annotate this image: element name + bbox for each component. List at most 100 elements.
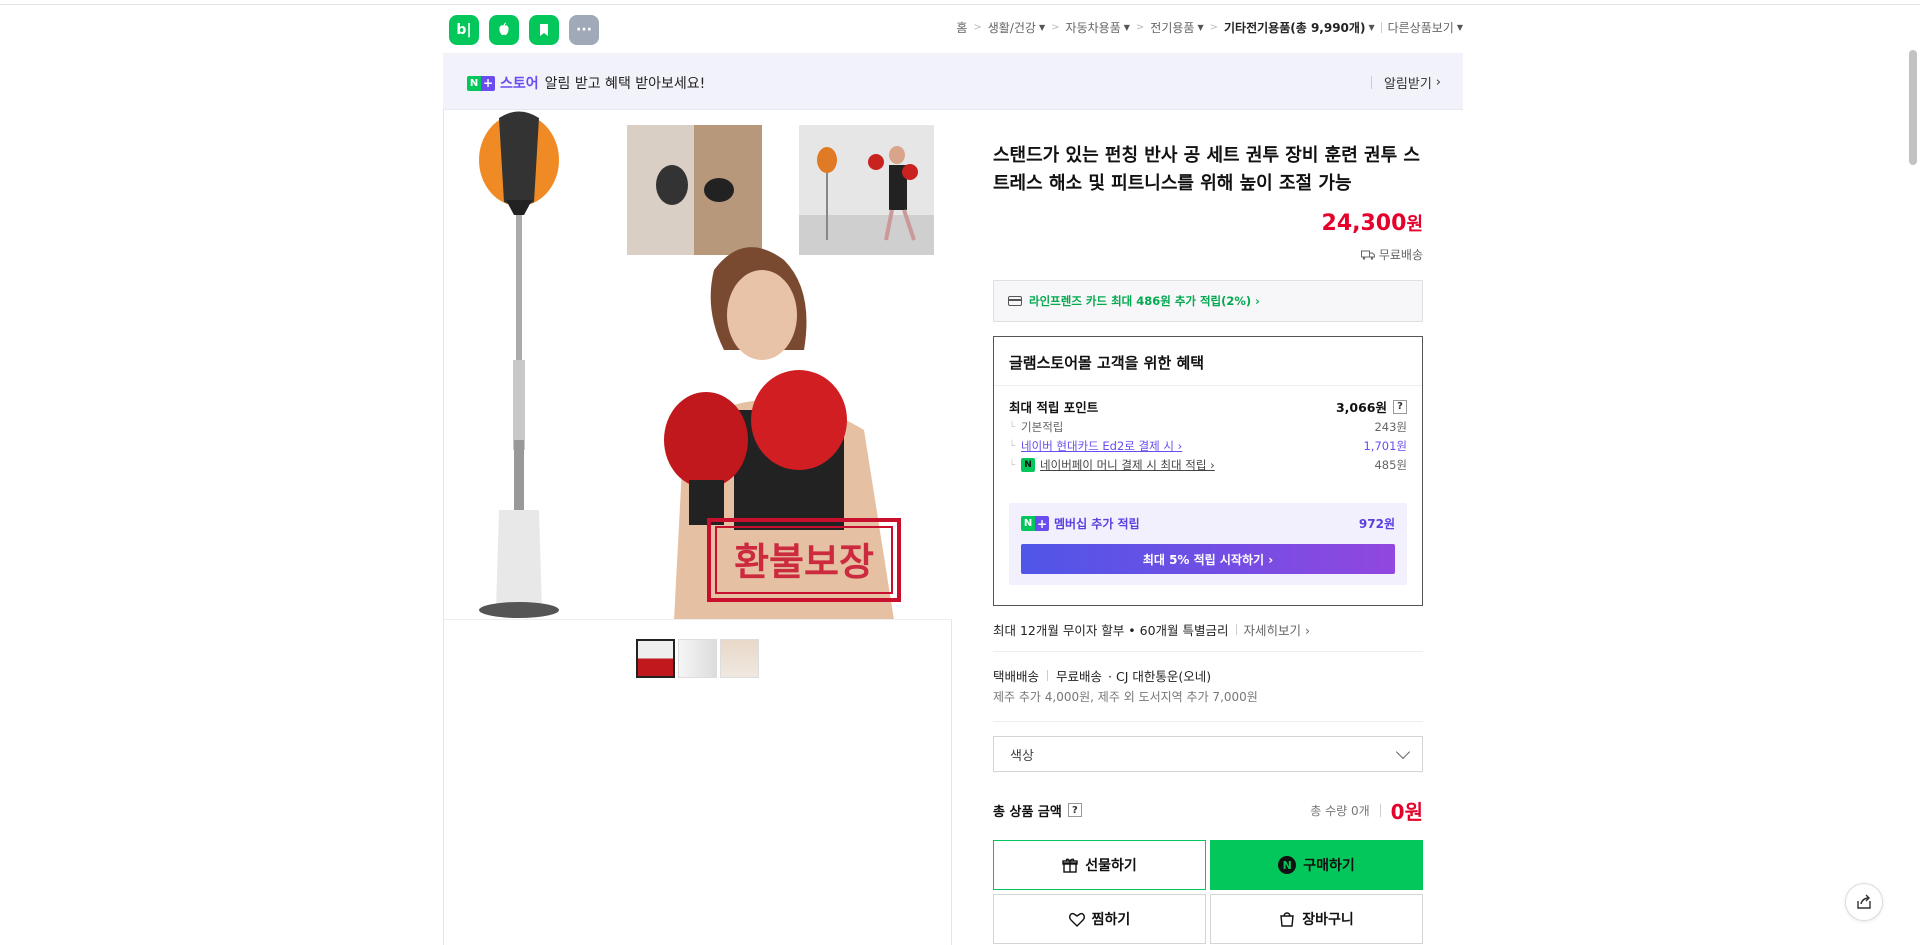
- share-button[interactable]: [1845, 883, 1883, 921]
- installment-info: 최대 12개월 무이자 할부 • 60개월 특별금리 자세히보기 ›: [993, 620, 1423, 639]
- naverpay-icon: N: [1021, 458, 1036, 472]
- share-icon: [1857, 894, 1871, 909]
- primary-button-row: 선물하기 N 구매하기: [993, 840, 1423, 890]
- blog-icon[interactable]: b|: [449, 15, 479, 45]
- banner-message-area: N + 스토어 알림 받고 혜택 받아보세요!: [467, 73, 705, 93]
- installment-more-link[interactable]: 자세히보기 ›: [1244, 620, 1310, 639]
- hyundai-card-value: 1,701원: [1363, 439, 1407, 453]
- naver-plus-icon: N +: [1021, 516, 1049, 531]
- caret-down-icon[interactable]: ▼: [1039, 23, 1045, 32]
- breadcrumb-car-supplies[interactable]: 자동차용품: [1066, 19, 1121, 36]
- credit-card-icon: [1008, 296, 1022, 306]
- divider: [1380, 22, 1382, 33]
- heart-icon: [1068, 912, 1085, 927]
- color-option-label: 색상: [1010, 748, 1034, 764]
- cart-button[interactable]: 장바구니: [1210, 894, 1423, 944]
- help-icon[interactable]: ?: [1393, 399, 1407, 414]
- divider: [1047, 670, 1049, 681]
- naverpay-money-link[interactable]: 네이버페이 머니 결제 시 최대 적립 ›: [1040, 457, 1215, 473]
- total-values: 총 수량 0개 0원: [1310, 796, 1423, 825]
- scrollbar-thumb[interactable]: [1909, 50, 1917, 165]
- gift-icon: [1062, 858, 1078, 873]
- divider: [993, 651, 1423, 652]
- hyundai-card-label-wrap: 네이버 현대카드 Ed2로 결제 시 ›: [1009, 438, 1182, 454]
- divider: [1370, 76, 1372, 89]
- hyundai-card-link[interactable]: 네이버 현대카드 Ed2로 결제 시 ›: [1021, 438, 1182, 454]
- caret-down-icon[interactable]: ▼: [1124, 23, 1130, 32]
- thumbnail-3[interactable]: [720, 639, 759, 678]
- divider: [1235, 624, 1237, 635]
- thumbnail-strip: [636, 639, 759, 678]
- blog-icon-glyph: b|: [456, 22, 472, 38]
- bookmark-icon[interactable]: [529, 15, 559, 45]
- truck-icon: [1360, 250, 1375, 260]
- breadcrumb-separator: >: [1051, 22, 1060, 33]
- divider: [994, 385, 1422, 386]
- chevron-down-icon: [1395, 744, 1411, 759]
- page-scrollbar[interactable]: [1906, 45, 1920, 945]
- notify-label: 알림받기: [1383, 77, 1432, 92]
- header: b| ··· 홈 > 생활/건강 ▼ > 자동차용품 ▼ > 전기용품 ▼ > 기타전…: [443, 5, 1463, 53]
- gift-button[interactable]: 선물하기: [993, 840, 1206, 890]
- product-title: 스탠드가 있는 펀칭 반사 공 세트 권투 장비 훈련 권투 스트레스 해소 및…: [993, 145, 1420, 194]
- membership-start-button[interactable]: 최대 5% 적립 시작하기 ›: [1021, 544, 1395, 574]
- breadcrumb-separator: >: [1135, 22, 1145, 33]
- caret-down-icon[interactable]: ▼: [1197, 23, 1203, 32]
- banner-message: 알림 받고 혜택 받아보세요!: [544, 76, 706, 92]
- wishlist-button[interactable]: 찜하기: [993, 894, 1206, 944]
- delivery-carrier: · CJ 대한통운(오네): [1108, 669, 1212, 684]
- more-icon[interactable]: ···: [569, 15, 599, 45]
- total-label: 총 상품 금액: [993, 804, 1062, 820]
- notify-button[interactable]: 알림받기 ›: [1370, 73, 1441, 92]
- product-main-image[interactable]: 환불보장: [444, 110, 952, 620]
- total-price-row: 총 상품 금액? 총 수량 0개 0원: [993, 796, 1423, 825]
- plus-glyph: +: [1035, 516, 1049, 531]
- delivery-fee: 무료배송: [1056, 669, 1103, 684]
- max-points-label: 최대 적립 포인트: [1009, 400, 1099, 415]
- naverpay-n-icon: N: [1278, 856, 1297, 874]
- store-benefit-box: 글램스토어몰 고객을 위한 혜택 최대 적립 포인트 3,066원? 기본적립 …: [993, 336, 1423, 606]
- breadcrumb: 홈 > 생활/건강 ▼ > 자동차용품 ▼ > 전기용품 ▼ > 기타전기용품(총 9…: [956, 19, 1463, 36]
- breadcrumb-electric-supplies[interactable]: 전기용품: [1150, 19, 1194, 36]
- shopping-bag-icon: [1280, 912, 1295, 927]
- breadcrumb-home[interactable]: 홈: [956, 19, 967, 36]
- card-promo-banner[interactable]: 라인프렌즈 카드 최대 486원 추가 적립(2%) ›: [993, 280, 1423, 322]
- base-points-value: 243원: [1374, 420, 1407, 434]
- total-quantity: 총 수량 0개: [1310, 803, 1370, 818]
- store-notify-banner: N + 스토어 알림 받고 혜택 받아보세요! 알림받기 ›: [443, 53, 1463, 110]
- apple-icon[interactable]: [489, 15, 519, 45]
- card-promo-text: 라인프렌즈 카드 최대 486원 추가 적립(2%) ›: [1029, 294, 1260, 308]
- buy-button[interactable]: N 구매하기: [1210, 840, 1423, 890]
- breadcrumb-separator: >: [1209, 22, 1218, 33]
- caret-down-icon[interactable]: ▼: [1368, 23, 1374, 32]
- gift-label: 선물하기: [1085, 858, 1137, 874]
- breadcrumb-separator: >: [973, 22, 982, 33]
- breadcrumb-current[interactable]: 기타전기용품(총 9,990개): [1224, 19, 1365, 36]
- naver-n-glyph: N: [1021, 516, 1035, 531]
- membership-value: 972원: [1358, 517, 1395, 531]
- membership-row: N + 멤버십 추가 적립 972원: [1021, 515, 1395, 532]
- thumbnail-1[interactable]: [636, 639, 675, 678]
- delivery-info: 택배배송 무료배송 · CJ 대한통운(오네): [993, 666, 1211, 685]
- thumbnail-2[interactable]: [678, 639, 717, 678]
- membership-box: N + 멤버십 추가 적립 972원 최대 5% 적립 시작하기 ›: [1009, 503, 1407, 585]
- product-price: 24,300원: [1322, 210, 1423, 236]
- product-image-panel: 환불보장: [443, 110, 952, 945]
- delivery-extra: 제주 추가 4,000원, 제주 외 도서지역 추가 7,000원: [993, 690, 1258, 704]
- help-icon[interactable]: ?: [1067, 803, 1082, 817]
- secondary-button-row: 찜하기 장바구니: [993, 894, 1423, 944]
- other-products-link[interactable]: 다른상품보기: [1388, 19, 1454, 36]
- free-shipping-badge: 무료배송: [1360, 246, 1423, 263]
- installment-text: 최대 12개월 무이자 할부 • 60개월 특별금리: [993, 623, 1229, 638]
- more-icon-glyph: ···: [576, 22, 592, 38]
- divider: [1379, 803, 1381, 817]
- breadcrumb-living-health[interactable]: 생활/건강: [988, 19, 1036, 36]
- max-points-row: 최대 적립 포인트 3,066원?: [1009, 397, 1407, 416]
- buy-label: 구매하기: [1303, 858, 1355, 874]
- color-option-select[interactable]: 색상: [993, 736, 1423, 772]
- naverpay-money-value: 485원: [1374, 458, 1407, 472]
- caret-down-icon[interactable]: ▼: [1457, 23, 1463, 32]
- naverpay-label-wrap: N 네이버페이 머니 결제 시 최대 적립 ›: [1009, 457, 1215, 473]
- total-amount: 0원: [1390, 799, 1423, 824]
- free-shipping-label: 무료배송: [1378, 248, 1423, 262]
